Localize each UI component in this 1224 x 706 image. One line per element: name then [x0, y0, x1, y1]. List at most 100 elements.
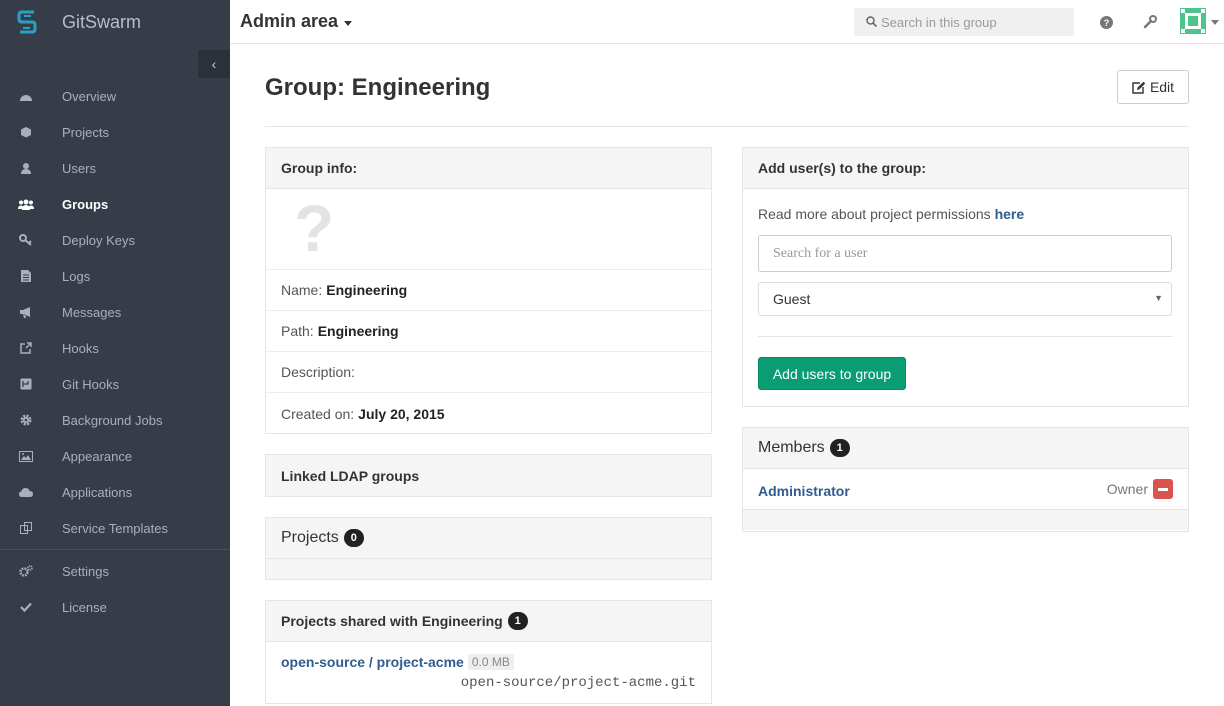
admin-area-dropdown[interactable]: Admin area — [240, 11, 353, 32]
sidebar-item-hooks[interactable]: Hooks — [0, 330, 230, 366]
brand-name: GitSwarm — [62, 11, 142, 32]
sidebar-item-logs[interactable]: Logs — [0, 258, 230, 294]
collapse-sidebar-button[interactable]: ‹ — [198, 50, 230, 78]
user-avatar[interactable] — [1180, 8, 1206, 34]
shared-count-badge: 1 — [507, 612, 528, 630]
ldap-groups-panel: Linked LDAP groups — [265, 454, 712, 497]
sidebar: GitSwarm ‹ Overview Projects Users Group… — [0, 0, 230, 706]
external-link-icon — [18, 340, 34, 356]
group-name-row: Name: Engineering — [266, 270, 711, 311]
sidebar-divider — [0, 549, 230, 550]
git-hook-icon — [18, 376, 34, 392]
check-icon — [18, 599, 34, 615]
panel-footer — [266, 559, 711, 579]
path-value: Engineering — [317, 323, 399, 339]
page-title: Group: Engineering — [265, 74, 491, 101]
sidebar-item-appearance[interactable]: Appearance — [0, 438, 230, 474]
top-header: Admin area Search in this group ? — [230, 0, 1224, 44]
panel-footer — [743, 510, 1188, 530]
sidebar-item-overview[interactable]: Overview — [0, 78, 230, 114]
minus-icon — [1158, 487, 1168, 491]
sidebar-item-messages[interactable]: Messages — [0, 294, 230, 330]
search-placeholder: Search in this group — [881, 14, 997, 30]
user-icon — [18, 160, 34, 176]
permissions-link[interactable]: here — [995, 206, 1025, 222]
add-users-body: Read more about project permissions here… — [743, 189, 1188, 390]
members-panel: Members 1 Administrator Owner — [742, 427, 1189, 532]
sidebar-item-background-jobs[interactable]: Background Jobs — [0, 402, 230, 438]
sidebar-item-label: Settings — [62, 563, 109, 579]
caret-down-icon — [344, 20, 353, 26]
shared-projects-panel: Projects shared with Engineering 1 open-… — [265, 600, 712, 704]
sidebar-item-label: Groups — [62, 196, 109, 212]
help-icon[interactable]: ? — [1098, 14, 1114, 30]
panel-heading: Linked LDAP groups — [266, 455, 711, 496]
shared-project-item: open-source / project-acme 0.0 MB open-s… — [266, 642, 711, 702]
edit-group-button[interactable]: Edit — [1117, 70, 1189, 104]
created-label: Created on: — [281, 405, 355, 422]
add-users-button[interactable]: Add users to group — [758, 357, 906, 390]
sidebar-item-label: Appearance — [62, 448, 133, 464]
svg-text:?: ? — [1103, 18, 1109, 28]
file-icon — [18, 268, 34, 284]
shared-heading: Projects shared with Engineering — [281, 613, 503, 629]
user-search-input[interactable]: Search for a user — [758, 235, 1172, 272]
sidebar-item-label: Messages — [62, 304, 122, 320]
sidebar-item-label: Applications — [62, 484, 133, 500]
permissions-text: Read more about project permissions here — [758, 206, 1173, 226]
member-row: Administrator Owner — [743, 469, 1188, 510]
select-arrow-icon: ▼ — [1154, 293, 1163, 303]
projects-count-badge: 0 — [343, 529, 364, 547]
sidebar-item-label: Overview — [62, 88, 117, 104]
group-path-row: Path: Engineering — [266, 311, 711, 352]
panel-heading: Group info: — [266, 148, 711, 189]
wrench-icon[interactable] — [1142, 14, 1158, 30]
sidebar-item-projects[interactable]: Projects — [0, 114, 230, 150]
sidebar-item-label: License — [62, 599, 107, 615]
project-size-badge: 0.0 MB — [467, 654, 514, 670]
members-count-badge: 1 — [829, 439, 850, 457]
brand[interactable]: GitSwarm — [0, 0, 230, 44]
panel-heading: Projects 0 — [266, 518, 711, 559]
header-title: Admin area — [240, 11, 339, 31]
group-info-panel: Group info: ? Name: Engineering Path: En… — [265, 147, 712, 434]
group-created-row: Created on: July 20, 2015 — [266, 393, 711, 434]
key-icon — [18, 232, 34, 248]
gitswarm-logo-icon — [16, 9, 38, 35]
path-label: Path: — [281, 323, 314, 339]
sidebar-item-label: Deploy Keys — [62, 232, 135, 248]
sidebar-item-service-templates[interactable]: Service Templates — [0, 510, 230, 546]
sidebar-item-git-hooks[interactable]: Git Hooks — [0, 366, 230, 402]
member-role: Owner — [1106, 481, 1148, 497]
sidebar-item-deploy-keys[interactable]: Deploy Keys — [0, 222, 230, 258]
name-label: Name: — [281, 282, 323, 298]
search-icon — [866, 15, 878, 30]
edit-label: Edit — [1149, 79, 1175, 95]
cog-icon — [18, 412, 34, 428]
caret-down-icon[interactable] — [1211, 20, 1219, 25]
sidebar-item-label: Logs — [62, 268, 91, 284]
shared-project-link[interactable]: open-source / project-acme — [281, 654, 464, 670]
sidebar-item-groups[interactable]: Groups — [0, 186, 230, 222]
group-search-input[interactable]: Search in this group — [854, 8, 1074, 36]
form-divider — [758, 336, 1173, 337]
cogs-icon — [18, 563, 34, 579]
sidebar-item-label: Service Templates — [62, 520, 168, 536]
edit-icon — [1132, 81, 1146, 94]
sidebar-item-applications[interactable]: Applications — [0, 474, 230, 510]
name-value: Engineering — [326, 282, 408, 298]
member-name-link[interactable]: Administrator — [758, 483, 850, 499]
sidebar-item-label: Projects — [62, 124, 109, 140]
group-avatar-placeholder: ? — [293, 191, 335, 265]
group-avatar-row: ? — [266, 189, 711, 270]
chevron-left-icon: ‹ — [211, 56, 217, 72]
members-heading: Members — [758, 439, 825, 456]
remove-member-button[interactable] — [1153, 479, 1173, 499]
role-select[interactable]: Guest ▼ — [758, 282, 1172, 316]
sidebar-item-settings[interactable]: Settings — [0, 553, 230, 589]
user-search-placeholder: Search for a user — [773, 245, 868, 261]
sidebar-item-users[interactable]: Users — [0, 150, 230, 186]
role-selected: Guest — [773, 291, 811, 307]
image-icon — [18, 448, 34, 464]
sidebar-item-license[interactable]: License — [0, 589, 230, 625]
